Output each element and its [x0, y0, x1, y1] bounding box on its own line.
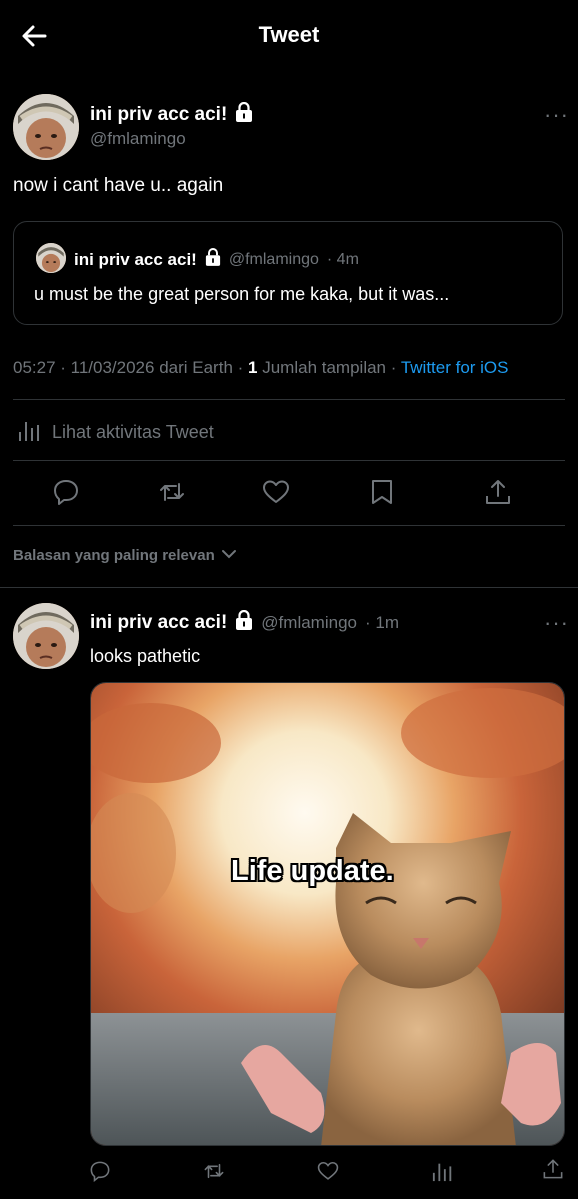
tweet-text: now i cant have u.. again	[13, 175, 224, 196]
reply-media-image[interactable]: Life update.	[90, 682, 565, 1146]
reply-author-handle[interactable]: @fmlamingo	[261, 613, 357, 633]
like-icon[interactable]	[262, 478, 290, 506]
bookmark-icon[interactable]	[368, 478, 396, 506]
divider	[13, 460, 565, 461]
divider	[13, 399, 565, 400]
reply-timestamp: · 1m	[364, 612, 399, 632]
tweet-timestamp: 05:27 · 11/03/2026 dari Earth ·	[13, 358, 244, 377]
views-count: 1	[248, 358, 258, 377]
lock-icon	[235, 101, 253, 127]
quote-timestamp: · 4m	[326, 250, 359, 268]
page-title: Tweet	[258, 22, 320, 47]
reply-author-line: ini priv acc aci! @fmlamingo · 1m	[90, 609, 399, 635]
reply-author-name[interactable]: ini priv acc aci!	[90, 612, 227, 634]
quoted-tweet-card[interactable]	[13, 221, 563, 325]
share-icon[interactable]	[542, 1158, 564, 1185]
avatar[interactable]	[13, 94, 79, 160]
quote-author-handle: @fmlamingo	[228, 250, 319, 268]
reply-actions	[0, 1158, 578, 1188]
analytics-icon	[18, 418, 42, 447]
top-bar: Tweet	[0, 0, 578, 72]
more-options-icon[interactable]: ···	[544, 102, 569, 128]
retweet-icon[interactable]	[203, 1160, 225, 1187]
like-icon[interactable]	[317, 1160, 339, 1187]
quote-avatar	[36, 243, 66, 273]
activity-label: Lihat aktivitas Tweet	[52, 422, 214, 442]
reply-icon[interactable]	[89, 1160, 111, 1187]
lock-icon	[205, 248, 221, 271]
divider	[0, 587, 578, 588]
reply-sort-selector[interactable]: Balasan yang paling relevan	[13, 547, 237, 564]
author-name[interactable]: ini priv acc aci!	[90, 104, 227, 126]
divider	[13, 525, 565, 526]
reply-avatar[interactable]	[13, 603, 79, 669]
lock-icon	[235, 609, 253, 635]
author-line: ini priv acc aci!	[90, 101, 253, 127]
views-label: Jumlah tampilan ·	[262, 358, 397, 377]
analytics-icon[interactable]	[432, 1160, 454, 1187]
reply-more-options-icon[interactable]: ···	[544, 610, 569, 636]
quote-author-line: ini priv acc aci! @fmlamingo · 4m	[74, 248, 359, 271]
author-handle[interactable]: @fmlamingo	[90, 129, 186, 149]
tweet-actions	[0, 478, 578, 510]
media-caption: Life update.	[231, 855, 394, 887]
quote-author-name: ini priv acc aci!	[74, 249, 197, 269]
tweet-meta: 05:27 · 11/03/2026 dari Earth · 1 Jumlah…	[13, 358, 509, 378]
sort-label: Balasan yang paling relevan	[13, 547, 215, 564]
retweet-icon[interactable]	[158, 478, 186, 506]
chevron-down-icon	[221, 547, 237, 564]
quote-text: u must be the great person for me kaka, …	[34, 284, 450, 304]
tweet-activity-link[interactable]: Lihat aktivitas Tweet	[18, 418, 214, 447]
source-link[interactable]: Twitter for iOS	[401, 358, 509, 377]
reply-icon[interactable]	[52, 478, 80, 506]
share-icon[interactable]	[484, 478, 512, 506]
reply-text: looks pathetic	[90, 646, 201, 666]
